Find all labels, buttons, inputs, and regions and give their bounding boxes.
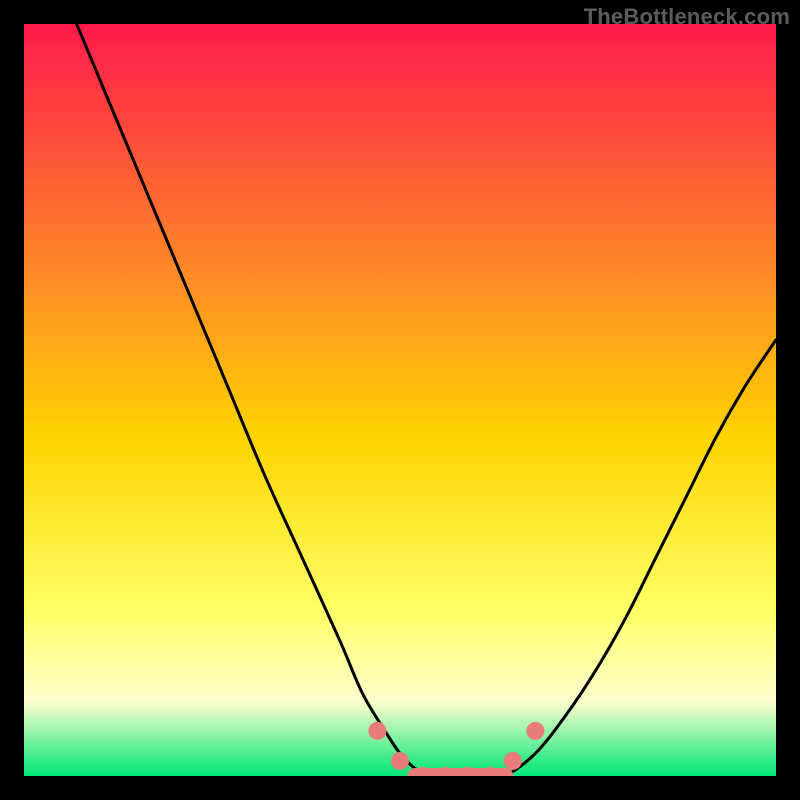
plot-area bbox=[24, 24, 776, 776]
highlight-markers bbox=[368, 722, 544, 776]
marker-dot bbox=[368, 722, 386, 740]
chart-frame: TheBottleneck.com bbox=[0, 0, 800, 800]
marker-dot bbox=[391, 752, 409, 770]
attribution-text: TheBottleneck.com bbox=[584, 4, 790, 30]
marker-dot bbox=[504, 752, 522, 770]
curve-layer bbox=[24, 24, 776, 776]
bottleneck-curve bbox=[77, 24, 776, 776]
marker-dot bbox=[526, 722, 544, 740]
